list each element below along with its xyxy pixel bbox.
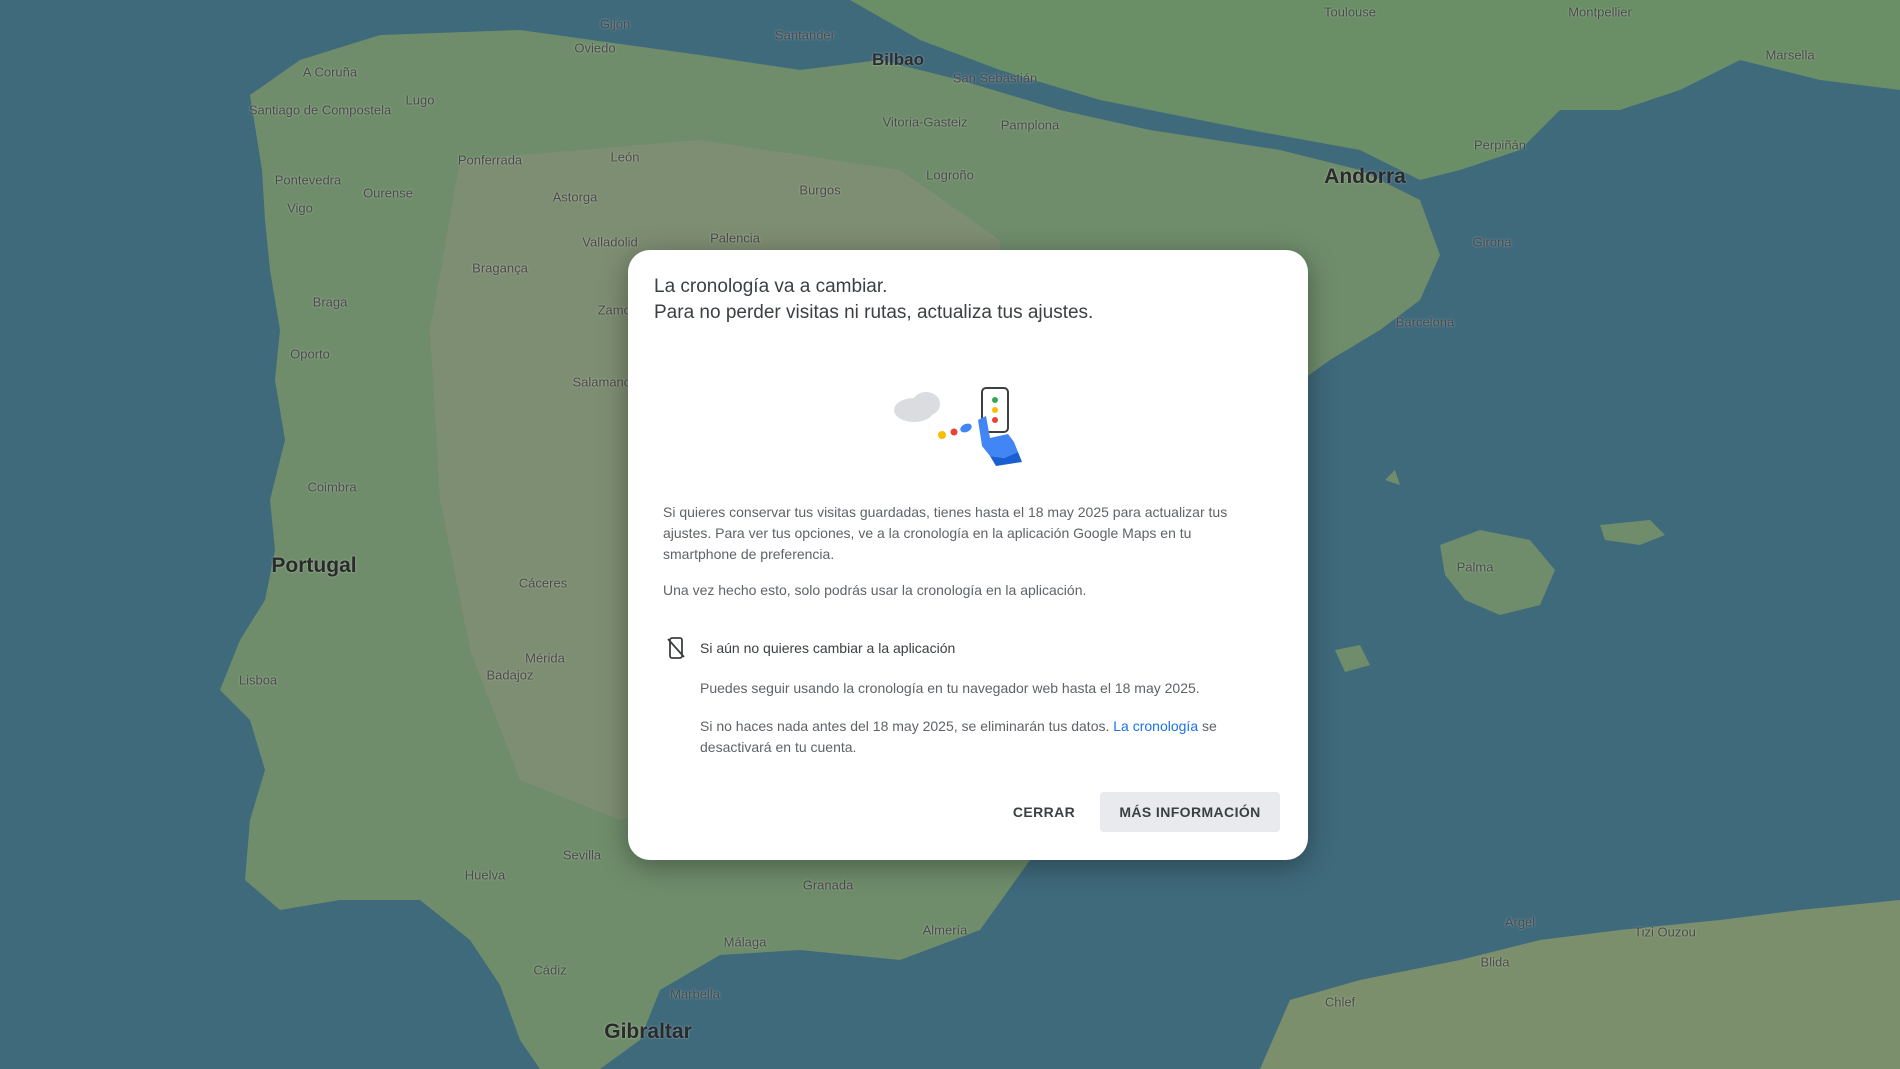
map-label-marbella[interactable]: Marbella [670, 987, 720, 1002]
map-label-m-rida[interactable]: Mérida [525, 651, 565, 666]
map-label-tizi-ouzou[interactable]: Tizi Ouzou [1634, 925, 1696, 940]
close-button[interactable]: CERRAR [996, 792, 1092, 832]
map-label-m-laga[interactable]: Málaga [724, 935, 767, 950]
map-label-oporto[interactable]: Oporto [290, 347, 330, 362]
timeline-link[interactable]: La cronología [1113, 718, 1198, 734]
dialog-title: La cronología va a cambiar. Para no perd… [654, 274, 1093, 326]
map-label-palencia[interactable]: Palencia [710, 231, 760, 246]
map-label-badajoz[interactable]: Badajoz [487, 668, 534, 683]
dialog-paragraph-keep-visits: Si quieres conservar tus visitas guardad… [663, 504, 1228, 562]
notice-deletion-text: Si no haces nada antes del 18 may 2025, … [700, 716, 1290, 758]
map-label-santander[interactable]: Santander [775, 28, 835, 43]
map-label-valladolid[interactable]: Valladolid [582, 235, 637, 250]
map-label-argel[interactable]: Argel [1505, 915, 1535, 930]
map-label-ourense[interactable]: Ourense [363, 186, 413, 201]
map-label-gij-n[interactable]: Gijón [600, 17, 630, 32]
map-label-pamplona[interactable]: Pamplona [1001, 118, 1060, 133]
map-label-portugal[interactable]: Portugal [271, 554, 356, 578]
map-label-perpi-n[interactable]: Perpiñán [1474, 138, 1526, 153]
more-info-button[interactable]: MÁS INFORMACIÓN [1100, 792, 1280, 832]
map-label-astorga[interactable]: Astorga [553, 190, 598, 205]
timeline-change-dialog: La cronología va a cambiar. Para no perd… [628, 250, 1308, 860]
map-label-ponferrada[interactable]: Ponferrada [458, 153, 522, 168]
map-label-montpellier[interactable]: Montpellier [1568, 5, 1632, 20]
map-label-pontevedra[interactable]: Pontevedra [275, 173, 342, 188]
map-label-sevilla[interactable]: Sevilla [563, 848, 601, 863]
map-label-logro-o[interactable]: Logroño [926, 168, 974, 183]
map-label-almer-a[interactable]: Almería [923, 923, 968, 938]
map-label-lisboa[interactable]: Lisboa [239, 673, 277, 688]
map-label-oviedo[interactable]: Oviedo [574, 41, 615, 56]
map-label-c-diz[interactable]: Cádiz [533, 963, 566, 978]
map-label-vitoria-gasteiz[interactable]: Vitoria-Gasteiz [882, 115, 967, 130]
map-label-san-sebasti-n[interactable]: San Sebastián [953, 71, 1038, 86]
map-label-coimbra[interactable]: Coimbra [307, 480, 356, 495]
map-label-braga[interactable]: Braga [313, 295, 348, 310]
map-label-huelva[interactable]: Huelva [465, 868, 505, 883]
map-label-c-ceres[interactable]: Cáceres [519, 576, 567, 591]
notice-deletion-prefix: Si no haces nada antes del 18 may 2025, … [700, 718, 1110, 734]
map-label-girona[interactable]: Girona [1472, 235, 1511, 250]
map-label-bilbao[interactable]: Bilbao [872, 50, 924, 70]
map-label-lugo[interactable]: Lugo [406, 93, 435, 108]
cloud-phone-illustration-icon [894, 387, 1022, 466]
dialog-paragraph-app-only: Una vez hecho esto, solo podrás usar la … [663, 582, 1087, 598]
phone-off-icon [667, 637, 685, 659]
map-label-a-coru-a[interactable]: A Coruña [303, 65, 357, 80]
map-label-vigo[interactable]: Vigo [287, 201, 313, 216]
notice-title: Si aún no quieres cambiar a la aplicació… [700, 640, 956, 656]
map-label-barcelona[interactable]: Barcelona [1396, 315, 1455, 330]
notice-browser-text: Puedes seguir usando la cronología en tu… [700, 680, 1200, 696]
dialog-title-line1: La cronología va a cambiar. [654, 276, 888, 297]
map-label-santiago-de-compostela[interactable]: Santiago de Compostela [249, 103, 391, 118]
map-label-granada[interactable]: Granada [803, 878, 854, 893]
map-label-chlef[interactable]: Chlef [1325, 995, 1355, 1010]
map-label-marsella[interactable]: Marsella [1765, 48, 1814, 63]
map-label-le-n[interactable]: León [611, 150, 640, 165]
map-label-gibraltar[interactable]: Gibraltar [604, 1020, 692, 1044]
map-label-toulouse[interactable]: Toulouse [1324, 5, 1376, 20]
map-label-palma[interactable]: Palma [1457, 560, 1494, 575]
map-label-bragan-a[interactable]: Bragança [472, 261, 528, 276]
map-label-andorra[interactable]: Andorra [1324, 165, 1406, 189]
dialog-title-line2: Para no perder visitas ni rutas, actuali… [654, 302, 1094, 323]
map-label-blida[interactable]: Blida [1481, 955, 1510, 970]
map-label-burgos[interactable]: Burgos [799, 183, 840, 198]
